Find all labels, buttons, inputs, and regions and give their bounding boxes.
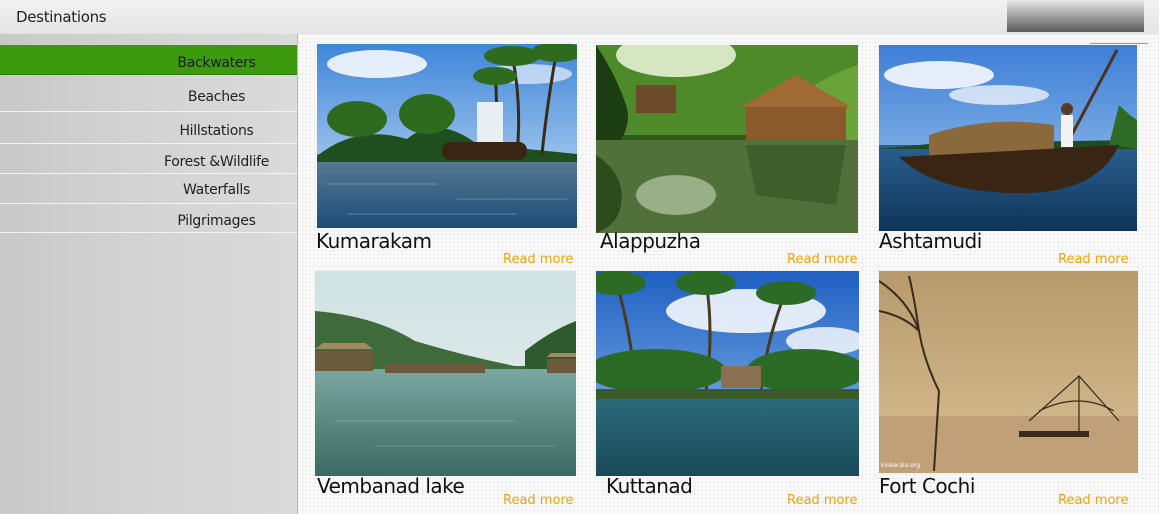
- read-more-link-alappuzha[interactable]: Read more: [787, 252, 857, 267]
- alappuzha-photo[interactable]: [596, 45, 858, 233]
- read-more-link-vembanad-lake[interactable]: Read more: [503, 493, 573, 508]
- ashtamudi-photo[interactable]: [879, 45, 1137, 231]
- card-title-kumarakam: Kumarakam: [316, 229, 432, 253]
- sidebar-item-backwaters[interactable]: Backwaters: [0, 45, 297, 75]
- svg-text:kinkerala.org: kinkerala.org: [881, 462, 920, 469]
- sidebar-item-forest-wildlife[interactable]: Forest &Wildlife: [0, 144, 297, 174]
- header-graphic: [1007, 0, 1144, 32]
- kuttanad-photo[interactable]: [596, 271, 859, 476]
- sidebar-item-beaches[interactable]: Beaches: [0, 75, 297, 112]
- fort-cochi-photo[interactable]: kinkerala.org: [879, 271, 1138, 473]
- vembanad-lake-photo[interactable]: [315, 271, 576, 476]
- card-title-ashtamudi: Ashtamudi: [879, 229, 982, 253]
- card-title-alappuzha: Alappuzha: [600, 229, 701, 253]
- sidebar-item-pilgrimages[interactable]: Pilgrimages: [0, 204, 297, 233]
- card-title-vembanad-lake: Vembanad lake: [317, 474, 465, 498]
- page-title: Destinations: [16, 8, 107, 26]
- divider: [1090, 43, 1148, 44]
- read-more-link-ashtamudi[interactable]: Read more: [1058, 252, 1128, 267]
- read-more-link-kuttanad[interactable]: Read more: [787, 493, 857, 508]
- sidebar: Backwaters Beaches Hillstations Forest &…: [0, 34, 298, 514]
- sidebar-item-waterfalls[interactable]: Waterfalls: [0, 174, 297, 204]
- read-more-link-kumarakam[interactable]: Read more: [503, 252, 573, 267]
- read-more-link-fort-cochi[interactable]: Read more: [1058, 493, 1128, 508]
- sidebar-item-hillstations[interactable]: Hillstations: [0, 112, 297, 144]
- header-bar: Destinations: [0, 0, 1159, 34]
- card-title-kuttanad: Kuttanad: [606, 474, 693, 498]
- card-title-fort-cochi: Fort Cochi: [879, 474, 975, 498]
- kumarakam-photo[interactable]: [317, 44, 577, 228]
